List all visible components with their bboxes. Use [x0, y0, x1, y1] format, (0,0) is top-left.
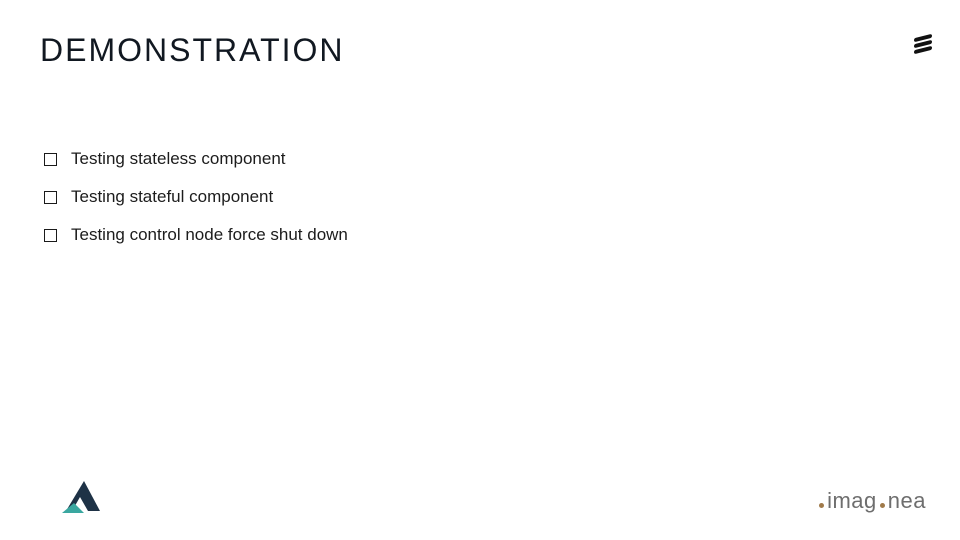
imaginea-wordmark-2: nea	[888, 488, 926, 514]
bullet-list: Testing stateless component Testing stat…	[44, 149, 920, 245]
bullet-item-3: Testing control node force shut down	[44, 225, 920, 245]
dot-icon	[819, 503, 824, 508]
imaginea-wordmark-1: imag	[827, 488, 877, 514]
slide-title: DEMONSTRATION	[40, 32, 920, 69]
bullet-item-2: Testing stateful component	[44, 187, 920, 207]
bullet-text: Testing control node force shut down	[71, 225, 348, 245]
stripes-icon	[914, 36, 932, 52]
mountain-logo-icon	[62, 477, 106, 520]
checkbox-icon	[44, 153, 57, 166]
checkbox-icon	[44, 229, 57, 242]
bullet-item-1: Testing stateless component	[44, 149, 920, 169]
ericsson-logo-icon	[914, 36, 932, 52]
dot-icon	[880, 503, 885, 508]
bullet-text: Testing stateful component	[71, 187, 273, 207]
checkbox-icon	[44, 191, 57, 204]
bullet-text: Testing stateless component	[71, 149, 286, 169]
slide-container: DEMONSTRATION Testing stateless componen…	[0, 0, 960, 540]
imaginea-logo: imag nea	[818, 488, 926, 514]
